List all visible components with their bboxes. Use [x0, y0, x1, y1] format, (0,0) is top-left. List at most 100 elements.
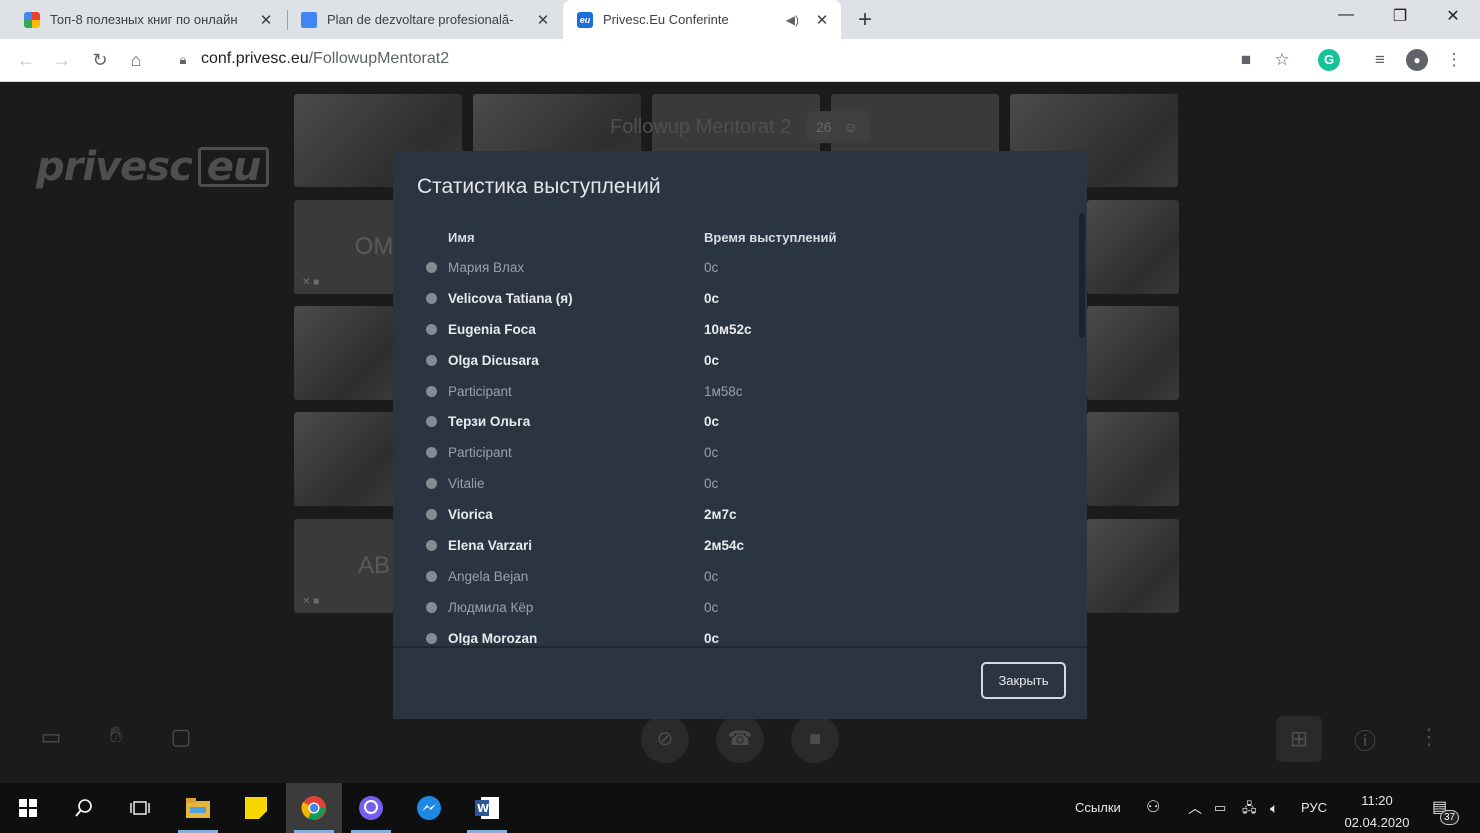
word-icon[interactable]: W: [459, 783, 515, 833]
viber-icon[interactable]: [343, 783, 399, 833]
clock-time: 11:20: [1361, 793, 1393, 808]
network-icon[interactable]: 🖧︎: [1242, 783, 1257, 833]
list-item: Angela Bejan 0с: [423, 561, 1063, 592]
tab-title: Топ-8 полезных книг по онлайн: [50, 12, 238, 27]
mic-camera-off-icon: ✕ ■: [302, 277, 320, 288]
clock[interactable]: 11:20 02.04.2020: [1338, 792, 1416, 832]
minimize-window-icon[interactable]: —: [1326, 6, 1366, 24]
camera-in-use-icon[interactable]: ■: [1235, 49, 1257, 71]
participant-initials: AB: [357, 552, 390, 579]
messenger-icon[interactable]: [401, 783, 457, 833]
reload-icon[interactable]: ↻: [88, 48, 112, 72]
notifications-icon[interactable]: ▤: [1432, 783, 1447, 833]
hang-up-button[interactable]: ☎︎: [716, 715, 764, 763]
speaking-time: 0с: [704, 568, 719, 584]
chevron-up-icon[interactable]: ︿: [1188, 783, 1202, 833]
profile-avatar-icon[interactable]: ●: [1406, 49, 1428, 71]
restore-window-icon[interactable]: ❐: [1380, 6, 1420, 26]
chat-icon[interactable]: ▢: [166, 724, 196, 750]
links-toolbar[interactable]: Ссылки: [1075, 783, 1121, 833]
mic-camera-off-icon: ✕ ■: [302, 596, 320, 607]
google-docs-icon: [301, 11, 317, 28]
tab-title: Privesc.Eu Conferinte: [603, 12, 729, 27]
chrome-icon[interactable]: [286, 783, 342, 833]
speaking-time: 10м52с: [704, 321, 752, 337]
new-tab-button[interactable]: +: [853, 6, 877, 34]
video-tile[interactable]: OM ✕ ■: [294, 200, 394, 294]
speaking-time: 0с: [704, 445, 719, 461]
home-icon[interactable]: ⌂: [124, 48, 148, 72]
list-item: Olga Morozan 0с: [423, 623, 1063, 645]
mute-microphone-button[interactable]: ⊘: [641, 715, 689, 763]
close-dialog-button[interactable]: Закрыть: [981, 662, 1066, 699]
people-icon: ☺: [843, 119, 858, 135]
info-icon[interactable]: ⓘ: [1350, 724, 1380, 756]
status-dot: [426, 632, 437, 644]
status-dot: [426, 601, 437, 613]
speaking-time: 2м7с: [704, 507, 737, 523]
participant-name: Elena Varzari: [448, 538, 533, 554]
video-tile[interactable]: [1087, 412, 1179, 506]
participant-count: 26: [816, 119, 832, 135]
people-icon[interactable]: ⚇: [1146, 783, 1160, 833]
forward-arrow-icon[interactable]: →: [50, 48, 74, 72]
list-item: Eugenia Foca 10м52с: [423, 314, 1063, 345]
participant-stats-list[interactable]: Мария Влах 0с Velicova Tatiana (я) 0с Euge…: [423, 252, 1063, 645]
close-window-icon[interactable]: ✕: [1433, 6, 1473, 26]
speaking-stats-dialog: Статистика выступлений Имя Время выступл…: [393, 151, 1087, 719]
lock-icon[interactable]: 🔒︎: [171, 48, 195, 72]
file-explorer-icon[interactable]: [170, 783, 226, 833]
participant-name: Participant: [448, 383, 512, 399]
participant-name: Людмила Кёр: [448, 599, 534, 615]
participant-count-badge[interactable]: 26 ☺: [807, 111, 869, 143]
dialog-title: Статистика выступлений: [417, 175, 661, 198]
participant-name: Viorica: [448, 507, 493, 523]
more-options-icon[interactable]: ⋮: [1414, 724, 1444, 750]
video-tile[interactable]: [294, 306, 394, 400]
close-tab-icon[interactable]: ✕: [811, 11, 833, 29]
screen-share-icon[interactable]: ▭: [36, 724, 66, 750]
participant-name: Eugenia Foca: [448, 321, 536, 337]
windows-start-icon[interactable]: [0, 783, 56, 833]
video-tile[interactable]: [1087, 200, 1179, 294]
camera-off-button[interactable]: ■: [791, 715, 839, 763]
sticky-notes-icon[interactable]: [228, 783, 284, 833]
participant-name: Velicova Tatiana (я): [448, 290, 573, 306]
search-icon[interactable]: [56, 783, 112, 833]
battery-icon[interactable]: ▭: [1214, 783, 1226, 833]
close-tab-icon[interactable]: ✕: [532, 11, 554, 29]
tab-privesc-conference[interactable]: eu Privesc.Eu Conferinte ◀) ✕: [563, 0, 841, 39]
back-arrow-icon[interactable]: ←: [14, 48, 38, 72]
list-item: Vitalie 0с: [423, 468, 1063, 499]
tab-books[interactable]: Топ-8 полезных книг по онлайн ✕: [0, 0, 285, 39]
tab-title: Plan de dezvoltare profesională-: [327, 12, 514, 27]
volume-icon[interactable]: 🔈︎: [1270, 783, 1278, 833]
status-dot: [426, 540, 437, 552]
status-dot: [426, 385, 437, 397]
url-host: conf.privesc.eu: [201, 50, 309, 67]
address-bar[interactable]: conf.privesc.eu/FollowupMentorat2: [201, 50, 449, 68]
status-dot: [426, 292, 437, 304]
speaker-audio-icon[interactable]: ◀): [786, 13, 799, 27]
browser-toolbar: ← → ↻ ⌂ 🔒︎ conf.privesc.eu/FollowupMento…: [0, 39, 1480, 82]
video-tile[interactable]: [294, 412, 394, 506]
speaking-time: 0с: [704, 414, 720, 430]
task-view-icon[interactable]: [112, 783, 168, 833]
video-tile[interactable]: [1087, 519, 1179, 613]
bookmark-star-icon[interactable]: ☆: [1271, 49, 1293, 71]
tab-google-doc[interactable]: Plan de dezvoltare profesională- ✕: [277, 0, 562, 39]
list-item: Velicova Tatiana (я) 0с: [423, 283, 1063, 314]
close-tab-icon[interactable]: ✕: [255, 11, 277, 29]
clock-date: 02.04.2020: [1344, 815, 1410, 830]
status-dot: [426, 262, 437, 273]
grid-view-icon[interactable]: ⊞: [1276, 716, 1322, 762]
media-playlist-icon[interactable]: ≡: [1369, 49, 1391, 71]
participant-initials: OM: [354, 233, 394, 260]
video-tile[interactable]: AB ✕ ■: [294, 519, 394, 613]
video-tile[interactable]: [1087, 306, 1179, 400]
grammarly-icon[interactable]: G: [1318, 49, 1340, 71]
menu-kebab-icon[interactable]: ⋮: [1443, 49, 1465, 71]
input-language[interactable]: РУС: [1301, 783, 1327, 833]
raise-hand-icon[interactable]: ✋︎: [101, 722, 131, 748]
list-scrollbar[interactable]: [1079, 213, 1085, 338]
